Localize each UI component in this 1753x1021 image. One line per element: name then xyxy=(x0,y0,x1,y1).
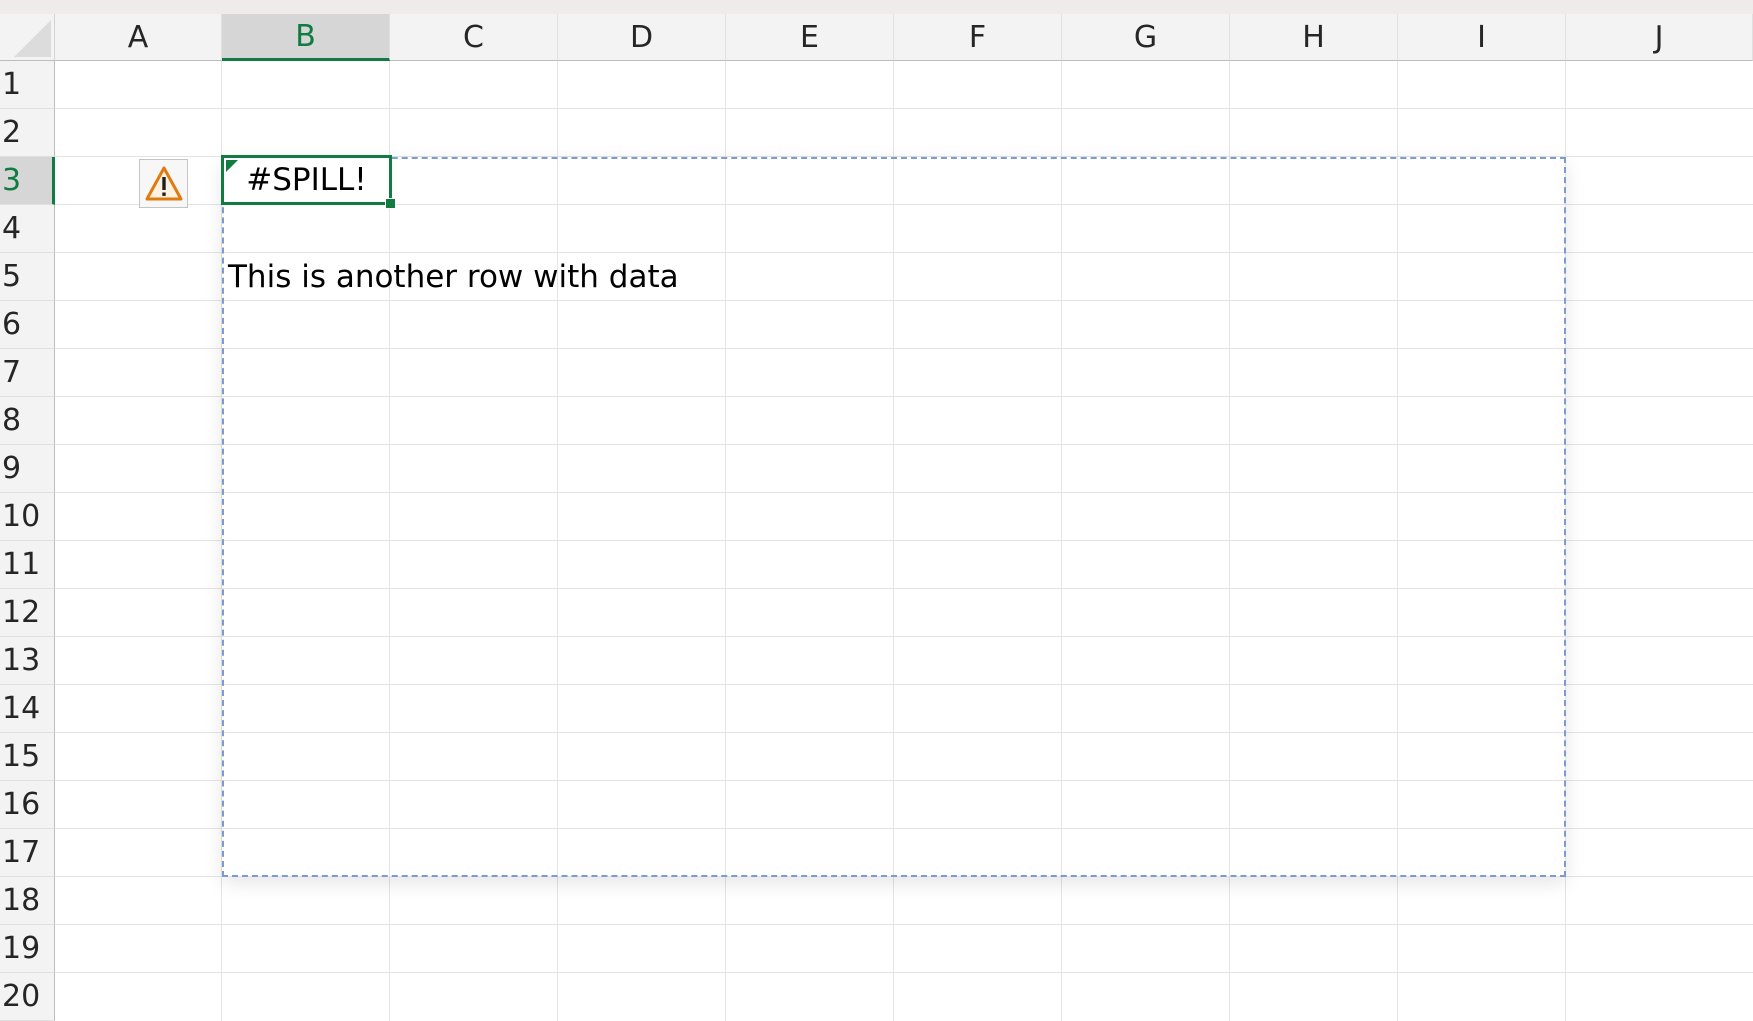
column-header-g[interactable]: G xyxy=(1062,14,1230,61)
gridline xyxy=(55,108,1753,109)
row-header-5[interactable]: 5 xyxy=(0,253,55,301)
row-header-4[interactable]: 4 xyxy=(0,205,55,253)
cell-b3-value: #SPILL! xyxy=(246,162,367,198)
row-header-19[interactable]: 19 xyxy=(0,925,55,973)
row-header-9[interactable]: 9 xyxy=(0,445,55,493)
row-header-3[interactable]: 3 xyxy=(0,157,55,205)
warning-triangle-icon xyxy=(145,166,182,200)
select-all-triangle-icon xyxy=(14,20,51,57)
row-header-11[interactable]: 11 xyxy=(0,541,55,589)
column-header-a[interactable]: A xyxy=(55,14,222,61)
row-header-16[interactable]: 16 xyxy=(0,781,55,829)
row-header-18[interactable]: 18 xyxy=(0,877,55,925)
cell-b5[interactable]: This is another row with data xyxy=(228,259,679,295)
gridline xyxy=(55,972,1753,973)
column-header-i[interactable]: I xyxy=(1398,14,1566,61)
row-header-17[interactable]: 17 xyxy=(0,829,55,877)
error-indicator-icon xyxy=(226,160,238,172)
row-header-12[interactable]: 12 xyxy=(0,589,55,637)
row-header-15[interactable]: 15 xyxy=(0,733,55,781)
column-header-f[interactable]: F xyxy=(894,14,1062,61)
row-header-13[interactable]: 13 xyxy=(0,637,55,685)
column-header-c[interactable]: C xyxy=(390,14,558,61)
select-all-button[interactable] xyxy=(0,14,55,61)
row-header-10[interactable]: 10 xyxy=(0,493,55,541)
row-header-20[interactable]: 20 xyxy=(0,973,55,1021)
gridline xyxy=(55,924,1753,925)
column-header-b[interactable]: B xyxy=(222,14,390,61)
row-header-1[interactable]: 1 xyxy=(0,61,55,109)
row-header-8[interactable]: 8 xyxy=(0,397,55,445)
error-options-button[interactable] xyxy=(139,159,188,208)
column-header-j[interactable]: J xyxy=(1566,14,1753,61)
fill-handle[interactable] xyxy=(385,198,396,209)
column-header-h[interactable]: H xyxy=(1230,14,1398,61)
worksheet-grid[interactable]: A B C D E F G H I J 1 2 3 4 5 6 7 8 9 10… xyxy=(0,14,1753,1021)
column-header-d[interactable]: D xyxy=(558,14,726,61)
row-header-7[interactable]: 7 xyxy=(0,349,55,397)
ribbon-edge xyxy=(0,0,1753,14)
column-header-e[interactable]: E xyxy=(726,14,894,61)
active-cell-b3[interactable]: #SPILL! xyxy=(221,155,392,205)
row-header-14[interactable]: 14 xyxy=(0,685,55,733)
row-header-2[interactable]: 2 xyxy=(0,109,55,157)
row-header-6[interactable]: 6 xyxy=(0,301,55,349)
